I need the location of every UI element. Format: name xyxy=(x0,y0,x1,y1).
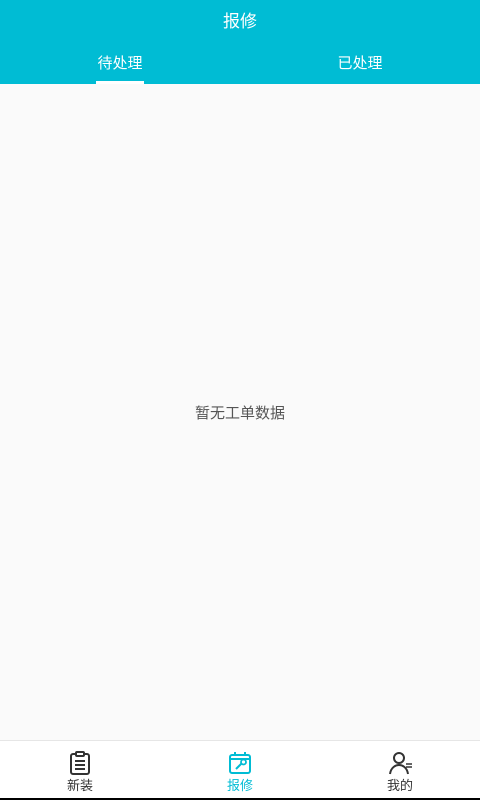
clipboard-icon xyxy=(70,751,90,775)
nav-label-repair: 报修 xyxy=(226,779,253,794)
nav-item-new-install[interactable]: 新装 xyxy=(0,741,160,798)
tab-bar: 待处理 已处理 xyxy=(0,44,480,84)
tab-processed[interactable]: 已处理 xyxy=(240,44,480,84)
empty-state-message: 暂无工单数据 xyxy=(194,404,285,422)
nav-item-profile[interactable]: 我的 xyxy=(320,741,480,798)
repair-icon xyxy=(229,752,251,774)
tab-processed-label: 已处理 xyxy=(337,54,383,72)
page-title: 报修 xyxy=(223,12,257,32)
tab-pending-label: 待处理 xyxy=(97,54,143,72)
app-header: 报修 待处理 已处理 xyxy=(0,0,480,84)
tab-pending[interactable]: 待处理 xyxy=(0,44,240,84)
nav-label-profile: 我的 xyxy=(386,779,413,794)
nav-label-new-install: 新装 xyxy=(66,779,93,794)
bottom-navigation: 新装 报修 我的 xyxy=(0,740,480,798)
nav-item-repair[interactable]: 报修 xyxy=(160,741,320,798)
profile-icon xyxy=(389,752,412,775)
work-order-list: 暂无工单数据 xyxy=(0,84,480,740)
app-screen: 报修 待处理 已处理 暂无工单数据 新装 报修 我的 xyxy=(0,0,480,798)
